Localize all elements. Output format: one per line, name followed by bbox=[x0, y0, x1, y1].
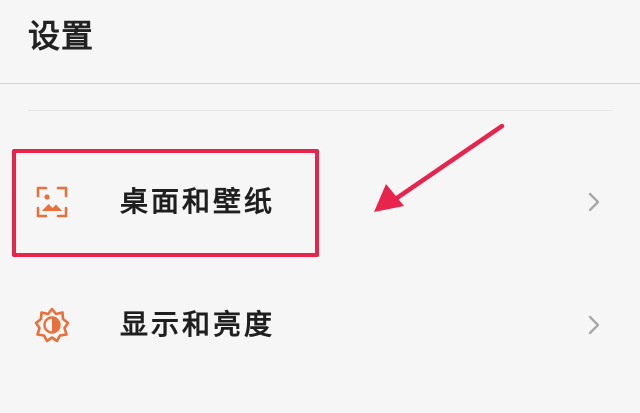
brightness-icon bbox=[34, 307, 70, 343]
settings-item-display[interactable]: 显示和亮度 bbox=[0, 285, 640, 365]
page-title: 设置 bbox=[28, 17, 95, 55]
section-divider bbox=[28, 110, 613, 111]
chevron-right-icon bbox=[584, 313, 604, 337]
header: 设置 bbox=[0, 0, 640, 83]
header-divider bbox=[0, 83, 640, 84]
annotation-arrow-icon bbox=[374, 123, 505, 212]
chevron-right-icon bbox=[584, 190, 604, 214]
highlight-box bbox=[12, 149, 319, 257]
settings-item-label: 显示和亮度 bbox=[120, 308, 276, 341]
